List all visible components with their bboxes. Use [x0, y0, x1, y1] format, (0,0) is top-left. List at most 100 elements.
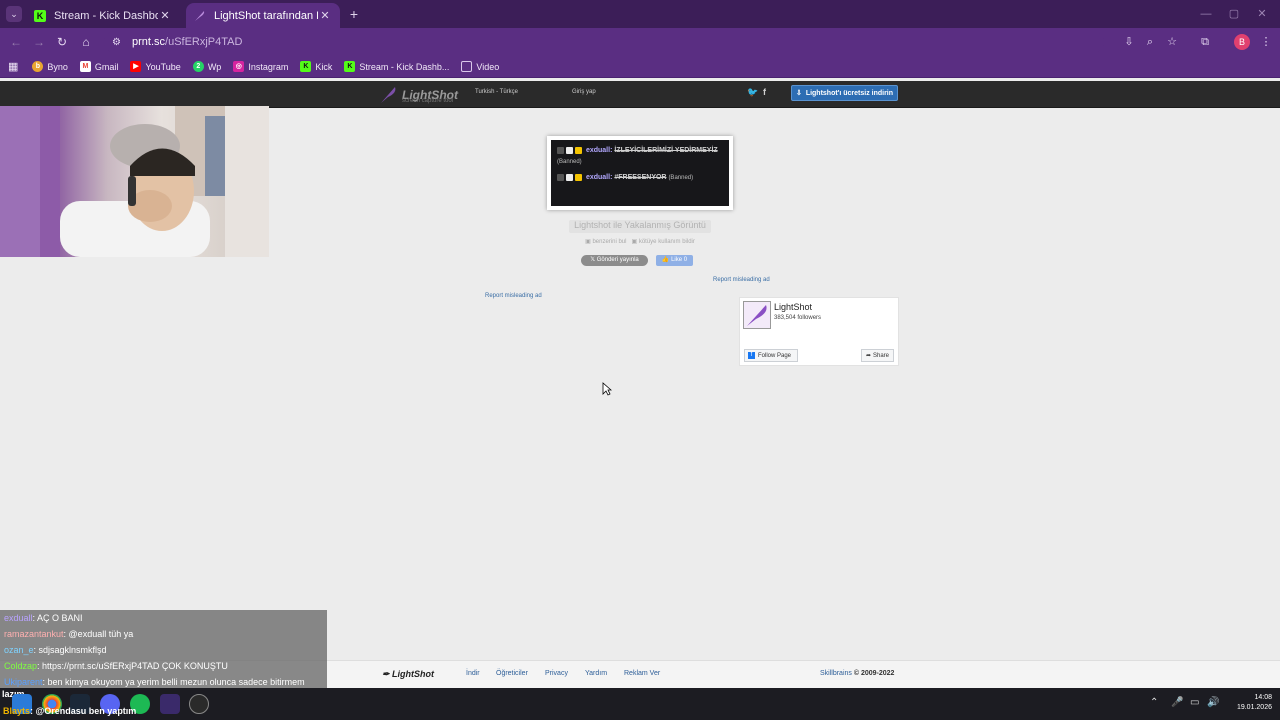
address-bar[interactable]: ⚙ prnt.sc/uSfERxjP4TAD: [104, 31, 1104, 53]
report-ad-link-left[interactable]: Report misleading ad: [485, 293, 542, 299]
window-close-icon[interactable]: ✕: [1254, 6, 1270, 22]
new-tab-icon[interactable]: +: [346, 6, 362, 22]
report-ad-link-right[interactable]: Report misleading ad: [713, 277, 770, 283]
install-app-icon[interactable]: ⇩: [1121, 34, 1137, 50]
display-icon[interactable]: ▭: [1190, 697, 1199, 708]
bookmark-wp[interactable]: 2 Wp: [192, 61, 221, 72]
folder-icon: [461, 61, 473, 72]
url-path: /uSfERxjP4TAD: [165, 36, 243, 48]
footer-copyright: Skillbrains © 2009-2022: [820, 670, 895, 677]
footer-link-privacy[interactable]: Privacy: [545, 670, 568, 677]
tab-lightshot[interactable]: LightShot tarafından Ekran Gör ✕: [186, 3, 340, 28]
fb-followers: 383,504 followers: [774, 315, 822, 321]
report-abuse-link[interactable]: ▣ kötüye kullanım bildir: [632, 239, 695, 245]
tab-title: LightShot tarafından Ekran Gör: [214, 9, 318, 22]
screenshot-chat-image: exduall: İZLEYİCİLERİMİZİ YEDİRMEYİZ (Ba…: [551, 140, 729, 206]
chat-line: Coldzap: https://prnt.sc/uSfERxjP4TAD ÇO…: [0, 658, 327, 674]
fb-follow-button[interactable]: f Follow Page: [744, 349, 798, 362]
footer-link-tutorials[interactable]: Öğreticiler: [496, 670, 528, 677]
footer-logo[interactable]: ✒ LightShot: [382, 669, 434, 680]
extensions-icon[interactable]: ⧉: [1197, 34, 1213, 50]
zoom-icon[interactable]: ⌕: [1142, 34, 1158, 50]
footer-link-advertise[interactable]: Reklam Ver: [624, 670, 660, 677]
kick-icon: K: [300, 61, 312, 72]
image-actions: ▣ benzerini bul ▣ kötüye kullanım bildir: [540, 238, 740, 245]
kick-icon: K: [344, 61, 356, 72]
share-icon: ➦: [865, 353, 871, 359]
tab-kick-dashboard[interactable]: K Stream - Kick Dashboard ✕: [26, 3, 180, 28]
lightshot-feather-icon: [381, 87, 396, 103]
bookmark-kick[interactable]: K Kick: [300, 61, 332, 72]
youtube-icon: ▶: [130, 61, 142, 72]
apps-grid-icon[interactable]: ▦: [8, 60, 18, 73]
close-icon[interactable]: ✕: [318, 9, 332, 22]
fb-share-button[interactable]: ➦ Share: [861, 349, 894, 362]
bookmark-kick-dashboard[interactable]: K Stream - Kick Dashb...: [344, 61, 449, 72]
reload-icon[interactable]: ↻: [54, 34, 70, 50]
lightshot-feather-icon: [194, 10, 206, 22]
chat-line: ozan_e: sdjsagklnsmkflşd: [0, 642, 327, 658]
login-link[interactable]: Giriş yap: [572, 89, 596, 95]
close-icon[interactable]: ✕: [158, 9, 172, 22]
bookmark-byno[interactable]: b Byno: [32, 61, 68, 72]
obs-icon[interactable]: [189, 694, 209, 714]
fb-page-name[interactable]: LightShot: [774, 302, 812, 312]
clock[interactable]: 14:08 19.01.2026: [1228, 693, 1272, 713]
menu-kebab-icon[interactable]: ⋮: [1258, 34, 1274, 50]
chat-username: Coldzap: [4, 661, 38, 671]
chat-username: ozan_e: [4, 645, 34, 655]
maximize-icon[interactable]: ▢: [1226, 6, 1242, 22]
minimize-icon[interactable]: —: [1198, 6, 1214, 22]
facebook-like-button[interactable]: 👍 Like 0: [656, 255, 693, 266]
profile-avatar[interactable]: B: [1234, 34, 1250, 50]
facebook-icon: f: [748, 352, 755, 359]
footer-link-help[interactable]: Yardım: [585, 670, 607, 677]
bookmark-star-icon[interactable]: ☆: [1164, 34, 1180, 50]
tab-title: Stream - Kick Dashboard: [54, 9, 158, 22]
captured-screenshot[interactable]: exduall: İZLEYİCİLERİMİZİ YEDİRMEYİZ (Ba…: [547, 136, 733, 210]
twitter-icon[interactable]: 🐦: [747, 87, 758, 98]
footer-link-download[interactable]: İndir: [466, 670, 480, 677]
language-select[interactable]: Turkish - Türkçe: [475, 89, 518, 95]
bookmark-gmail[interactable]: M Gmail: [79, 61, 118, 72]
lightshot-header: [0, 81, 1280, 108]
microphone-icon[interactable]: 🎤: [1171, 697, 1183, 708]
webcam-overlay: [0, 106, 269, 257]
lightshot-logo[interactable]: LightShot screen capture tool: [380, 84, 458, 106]
screenshot-chat-message: exduall: #FREESENYOR (Banned): [557, 172, 723, 184]
back-icon[interactable]: ←: [8, 34, 24, 50]
home-icon[interactable]: ⌂: [78, 34, 94, 50]
gmail-icon: M: [79, 61, 91, 72]
bookmark-youtube[interactable]: ▶ YouTube: [130, 61, 181, 72]
screenshot-chat-message: exduall: İZLEYİCİLERİMİZİ YEDİRMEYİZ (Ba…: [557, 146, 718, 165]
byno-icon: b: [32, 61, 44, 72]
volume-icon[interactable]: 🔊: [1207, 697, 1219, 708]
chat-username: ramazantankut: [4, 629, 64, 639]
whatsapp-icon: 2: [192, 61, 204, 72]
chat-username: exduall: [4, 613, 33, 623]
chat-ticker-message: Blayts: @Orendasu ben yaptım: [3, 706, 137, 716]
chat-line: exduall: AÇ O BANI: [0, 610, 327, 626]
stream-chat-overlay: exduall: AÇ O BANI ramazantankut: @exdua…: [0, 610, 327, 690]
kick-icon: K: [34, 9, 46, 22]
clock-date: 19.01.2026: [1236, 704, 1272, 711]
download-button[interactable]: ⇩ Lightshot'ı ücretsiz indirin: [791, 85, 898, 101]
chat-line: ramazantankut: @exduall tüh ya: [0, 626, 327, 642]
facebook-icon[interactable]: f: [763, 87, 766, 97]
forward-icon[interactable]: →: [31, 34, 47, 50]
thumbs-up-icon: 👍: [661, 257, 670, 263]
site-info-icon[interactable]: ⚙: [112, 37, 126, 48]
bookmark-instagram[interactable]: ◎ Instagram: [233, 61, 288, 72]
tweet-button[interactable]: 𝕏 Gönderi yayınla: [581, 255, 648, 266]
download-icon: ⇩: [795, 90, 802, 97]
instagram-icon: ◎: [233, 61, 245, 72]
chat-username: Ukiparent: [4, 677, 43, 687]
find-similar-link[interactable]: ▣ benzerini bul: [585, 239, 626, 245]
lightshot-page-logo[interactable]: [743, 301, 771, 329]
tab-search-icon[interactable]: ⌄: [6, 6, 22, 22]
skillbrains-link[interactable]: Skillbrains: [820, 670, 852, 677]
tray-chevron-icon[interactable]: ⌃: [1150, 697, 1158, 708]
app-icon[interactable]: [160, 694, 180, 714]
bookmarks-bar: ▦ b Byno M Gmail ▶ YouTube 2 Wp ◎ Instagram K…: [0, 56, 1280, 78]
bookmark-video-folder[interactable]: Video: [461, 61, 499, 72]
